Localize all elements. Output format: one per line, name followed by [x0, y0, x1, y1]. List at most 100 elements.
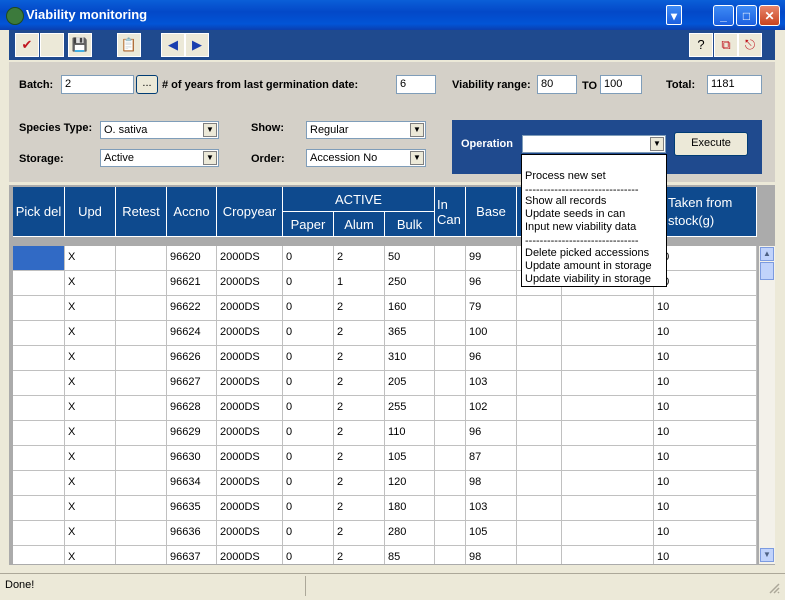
cell-alum[interactable]: 2: [334, 296, 385, 321]
cell-incan[interactable]: [435, 296, 466, 321]
cell-c11[interactable]: [517, 396, 562, 421]
cell-alum[interactable]: 2: [334, 446, 385, 471]
cell-crop[interactable]: 2000DS: [217, 271, 283, 296]
scroll-thumb[interactable]: [760, 262, 774, 280]
cell-upd[interactable]: X: [65, 371, 116, 396]
cell-taken[interactable]: 10: [654, 496, 757, 521]
previous-icon[interactable]: ◀: [161, 33, 185, 57]
minimize-button[interactable]: _: [713, 5, 734, 26]
cell-alum[interactable]: 2: [334, 496, 385, 521]
cell-incan[interactable]: [435, 446, 466, 471]
cell-incan[interactable]: [435, 396, 466, 421]
cell-accno[interactable]: 96622: [167, 296, 217, 321]
cell-c12[interactable]: [562, 321, 654, 346]
header-bulk[interactable]: Bulk: [385, 212, 435, 237]
cell-c11[interactable]: [517, 296, 562, 321]
cell-upd[interactable]: X: [65, 321, 116, 346]
cell-alum[interactable]: 2: [334, 421, 385, 446]
cell-base[interactable]: 105: [466, 521, 517, 546]
cell-upd[interactable]: X: [65, 296, 116, 321]
cell-alum[interactable]: 1: [334, 271, 385, 296]
cell-incan[interactable]: [435, 271, 466, 296]
cell-c11[interactable]: [517, 321, 562, 346]
table-row[interactable]: X 96626 2000DS 0 2 310 96 10: [13, 346, 757, 371]
cell-accno[interactable]: 96637: [167, 546, 217, 564]
cell-bulk[interactable]: 310: [385, 346, 435, 371]
cell-paper[interactable]: 0: [283, 296, 334, 321]
cell-base[interactable]: 96: [466, 271, 517, 296]
cell-pick[interactable]: [13, 496, 65, 521]
cell-pick[interactable]: [13, 471, 65, 496]
cell-c12[interactable]: [562, 496, 654, 521]
range-to-input[interactable]: 100: [600, 75, 642, 94]
cell-incan[interactable]: [435, 246, 466, 271]
header-upd[interactable]: Upd: [65, 187, 116, 237]
scroll-down-icon[interactable]: ▼: [760, 548, 774, 562]
cell-pick[interactable]: [13, 271, 65, 296]
cell-taken[interactable]: 10: [654, 271, 757, 296]
check-icon[interactable]: ✔: [15, 33, 39, 57]
cell-crop[interactable]: 2000DS: [217, 371, 283, 396]
cell-crop[interactable]: 2000DS: [217, 346, 283, 371]
cell-retest[interactable]: [116, 446, 167, 471]
header-accno[interactable]: Accno: [167, 187, 217, 237]
resize-grip-icon[interactable]: [768, 582, 780, 594]
cell-base[interactable]: 103: [466, 371, 517, 396]
cell-base[interactable]: 87: [466, 446, 517, 471]
cell-upd[interactable]: X: [65, 496, 116, 521]
cell-c12[interactable]: [562, 546, 654, 564]
next-icon[interactable]: ▶: [185, 33, 209, 57]
table-row[interactable]: X 96628 2000DS 0 2 255 102 10: [13, 396, 757, 421]
cell-pick[interactable]: [13, 521, 65, 546]
cell-taken[interactable]: 10: [654, 371, 757, 396]
cell-accno[interactable]: 96621: [167, 271, 217, 296]
table-row[interactable]: X 96624 2000DS 0 2 365 100 10: [13, 321, 757, 346]
chevron-down-icon[interactable]: ▼: [410, 123, 424, 137]
cell-paper[interactable]: 0: [283, 521, 334, 546]
cell-crop[interactable]: 2000DS: [217, 521, 283, 546]
cell-paper[interactable]: 0: [283, 446, 334, 471]
cell-accno[interactable]: 96628: [167, 396, 217, 421]
cell-pick[interactable]: [13, 396, 65, 421]
cell-c12[interactable]: [562, 396, 654, 421]
cell-base[interactable]: 100: [466, 321, 517, 346]
cell-crop[interactable]: 2000DS: [217, 546, 283, 564]
cell-paper[interactable]: 0: [283, 246, 334, 271]
cell-taken[interactable]: 10: [654, 321, 757, 346]
cell-c12[interactable]: [562, 296, 654, 321]
cell-accno[interactable]: 96620: [167, 246, 217, 271]
table-row[interactable]: X 96630 2000DS 0 2 105 87 10: [13, 446, 757, 471]
cell-paper[interactable]: 0: [283, 496, 334, 521]
header-retest[interactable]: Retest: [116, 187, 167, 237]
years-input[interactable]: 6: [396, 75, 436, 94]
cell-alum[interactable]: 2: [334, 371, 385, 396]
cell-incan[interactable]: [435, 346, 466, 371]
cell-retest[interactable]: [116, 471, 167, 496]
menu-item[interactable]: Update amount in storage: [525, 260, 652, 272]
cell-retest[interactable]: [116, 546, 167, 564]
cell-upd[interactable]: X: [65, 446, 116, 471]
execute-button[interactable]: Execute: [674, 132, 748, 156]
cell-paper[interactable]: 0: [283, 471, 334, 496]
cell-bulk[interactable]: 180: [385, 496, 435, 521]
header-in-can[interactable]: In Can: [435, 187, 466, 237]
menu-item[interactable]: Update seeds in can: [525, 208, 625, 220]
cell-bulk[interactable]: 105: [385, 446, 435, 471]
cell-pick[interactable]: [13, 321, 65, 346]
cell-bulk[interactable]: 85: [385, 546, 435, 564]
storage-select[interactable]: Active ▼: [100, 149, 219, 167]
cell-crop[interactable]: 2000DS: [217, 396, 283, 421]
menu-item[interactable]: Update viability in storage: [525, 273, 651, 285]
cell-paper[interactable]: 0: [283, 321, 334, 346]
system-menu-icon[interactable]: ▾: [666, 5, 682, 25]
cell-alum[interactable]: 2: [334, 346, 385, 371]
cell-paper[interactable]: 0: [283, 346, 334, 371]
cell-upd[interactable]: X: [65, 271, 116, 296]
cell-paper[interactable]: 0: [283, 546, 334, 564]
vertical-scrollbar[interactable]: ▲ ▼: [759, 246, 775, 564]
cell-taken[interactable]: 10: [654, 246, 757, 271]
cell-bulk[interactable]: 255: [385, 396, 435, 421]
cell-c11[interactable]: [517, 371, 562, 396]
cell-pick[interactable]: [13, 246, 65, 271]
header-alum[interactable]: Alum: [334, 212, 385, 237]
